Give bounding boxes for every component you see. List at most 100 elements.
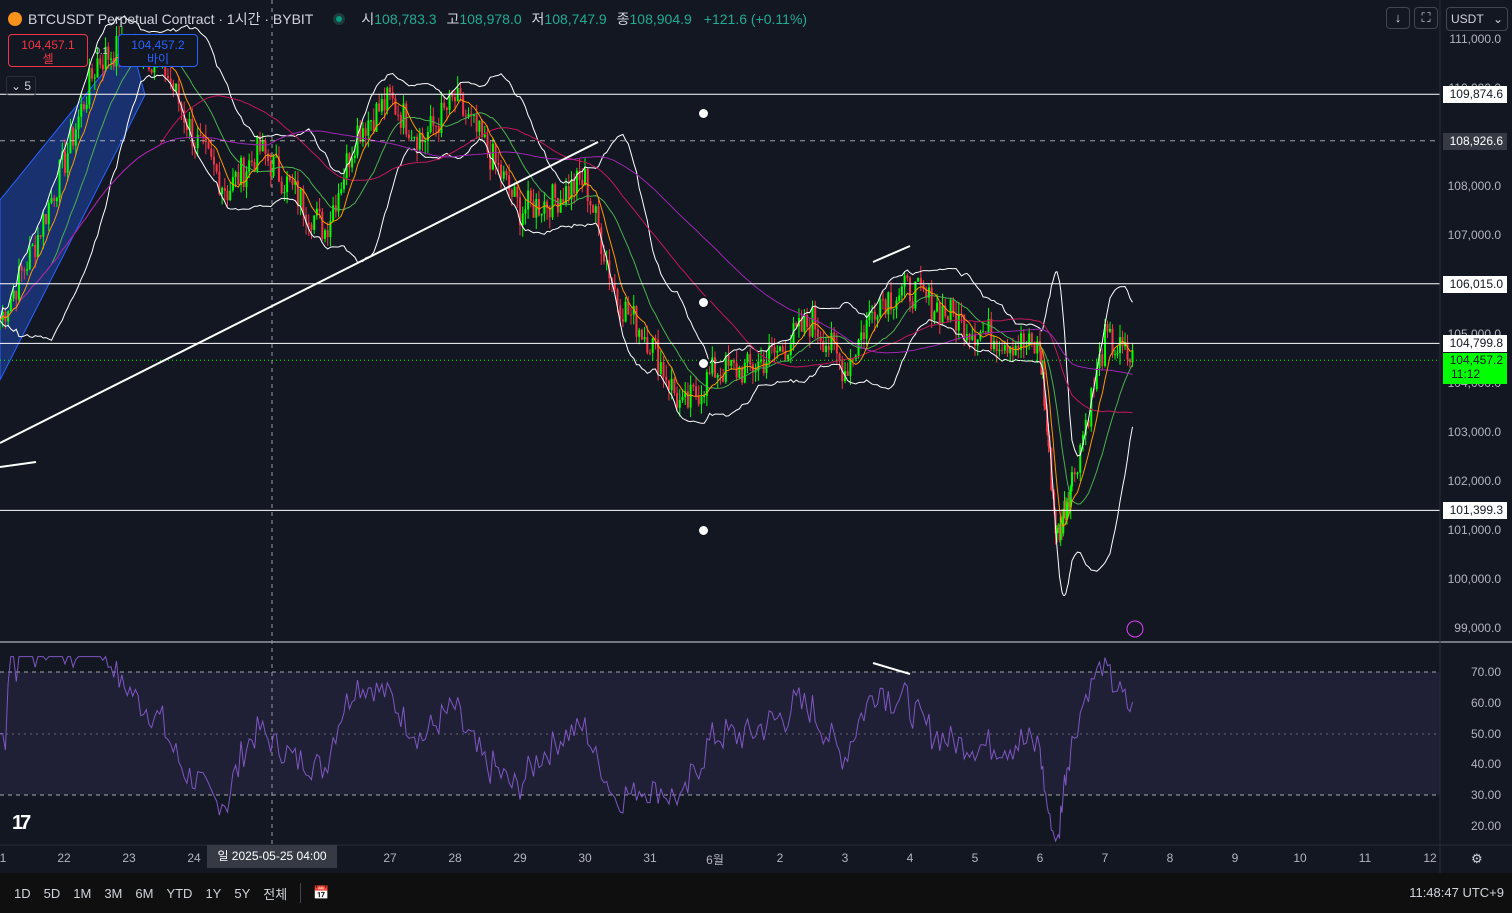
price-chart[interactable]: [0, 0, 1512, 873]
buy-button[interactable]: 104,457.2 바이: [118, 34, 198, 67]
candle: [166, 75, 169, 79]
candle: [88, 68, 91, 105]
time-axis-label: 2: [776, 851, 784, 865]
candle: [998, 349, 1001, 352]
range-5d[interactable]: 5D: [44, 886, 61, 901]
price-change: +121.6 (+0.11%): [703, 11, 808, 27]
candle: [475, 114, 478, 132]
price-line-label[interactable]: 108,926.6: [1443, 132, 1507, 150]
candle: [28, 246, 31, 270]
range-1y[interactable]: 1Y: [205, 886, 221, 901]
candle: [779, 346, 781, 351]
candle: [871, 311, 874, 313]
candle: [36, 235, 39, 258]
candle: [226, 190, 229, 201]
candle: [53, 197, 56, 202]
range-6m[interactable]: 6M: [135, 886, 153, 901]
range-all[interactable]: 전체: [263, 884, 287, 903]
time-axis-label: 31: [643, 851, 657, 865]
candle: [941, 305, 944, 324]
arrow-down-icon[interactable]: ↓: [1386, 7, 1410, 29]
alarm-icon[interactable]: [697, 107, 710, 120]
candle: [212, 156, 215, 165]
time-axis-label: 28: [448, 851, 462, 865]
currency-select[interactable]: USDT ⌄: [1446, 7, 1508, 31]
candle: [890, 292, 893, 310]
candle: [1003, 345, 1006, 351]
price-line-label[interactable]: 109,874.6: [1443, 86, 1507, 104]
ma-60: [0, 95, 1133, 414]
price-axis-label: 100,000.0: [1447, 572, 1501, 587]
candle: [66, 153, 69, 173]
time-axis-label: 24: [187, 851, 201, 865]
candle: [714, 357, 716, 378]
candle: [45, 214, 48, 225]
candle: [491, 143, 494, 170]
candle: [101, 64, 104, 70]
alarm-icon[interactable]: [697, 524, 710, 537]
candle: [686, 391, 689, 408]
candle: [394, 98, 397, 115]
price-line-label[interactable]: 101,399.3: [1443, 502, 1507, 520]
candle: [1030, 333, 1033, 342]
indicators-collapse-button[interactable]: ⌄ 5: [6, 76, 36, 96]
goto-date-icon[interactable]: 📅: [313, 885, 329, 901]
range-5y[interactable]: 5Y: [234, 886, 250, 901]
symbol-title[interactable]: BTCUSDT Perpetual Contract · 1시간 · BYBIT: [28, 9, 313, 29]
candle: [1073, 472, 1076, 475]
candle: [1101, 354, 1104, 366]
range-1d[interactable]: 1D: [14, 886, 31, 901]
candle: [99, 58, 102, 65]
range-ytd[interactable]: YTD: [166, 886, 192, 901]
candle: [968, 333, 971, 340]
candle: [229, 190, 232, 201]
candle: [982, 331, 985, 333]
candle: [659, 362, 662, 374]
candle: [516, 186, 519, 198]
candle: [624, 301, 627, 322]
trend-line: [0, 461, 37, 468]
candle: [892, 308, 895, 310]
candle: [443, 102, 446, 108]
candle: [567, 186, 570, 200]
candle: [353, 155, 356, 159]
alarm-icon[interactable]: [697, 357, 710, 370]
alarm-icon[interactable]: [697, 296, 710, 309]
fullscreen-icon[interactable]: ⛶: [1414, 7, 1438, 29]
candle: [592, 205, 595, 213]
candle: [1129, 359, 1131, 363]
candle: [743, 362, 746, 383]
candle: [210, 148, 213, 157]
price-line-label[interactable]: 104,799.8: [1443, 335, 1507, 353]
candle: [391, 92, 394, 99]
candle: [196, 135, 199, 149]
candle: [852, 358, 855, 360]
candle: [697, 396, 700, 405]
candle: [898, 295, 901, 301]
candle: [990, 319, 993, 350]
range-1m[interactable]: 1M: [73, 886, 91, 901]
sell-button[interactable]: 104,457.1 셀: [8, 34, 88, 67]
price-line-label[interactable]: 106,015.0: [1443, 275, 1507, 293]
candle: [830, 332, 833, 351]
candle: [275, 156, 278, 158]
rsi-axis-label: 40.00: [1470, 757, 1501, 772]
candle: [695, 386, 698, 397]
candle: [202, 136, 205, 138]
candle: [397, 114, 400, 116]
candle: [380, 99, 383, 112]
clock[interactable]: 11:48:47 UTC+9: [1409, 885, 1504, 900]
candle: [781, 346, 784, 352]
time-axis-label: 29: [513, 851, 527, 865]
candle: [1076, 472, 1079, 475]
price-axis-label: 111,000.0: [1449, 32, 1501, 46]
candle: [995, 340, 998, 352]
candle: [26, 269, 29, 271]
candle: [250, 160, 253, 163]
settings-icon[interactable]: ⚙: [1471, 851, 1483, 867]
rsi-axis-label: 20.00: [1470, 818, 1501, 833]
price-axis-label: 107,000.0: [1447, 228, 1501, 243]
time-axis-label: 4: [906, 851, 914, 865]
candle: [1106, 323, 1109, 332]
range-3m[interactable]: 3M: [104, 886, 122, 901]
